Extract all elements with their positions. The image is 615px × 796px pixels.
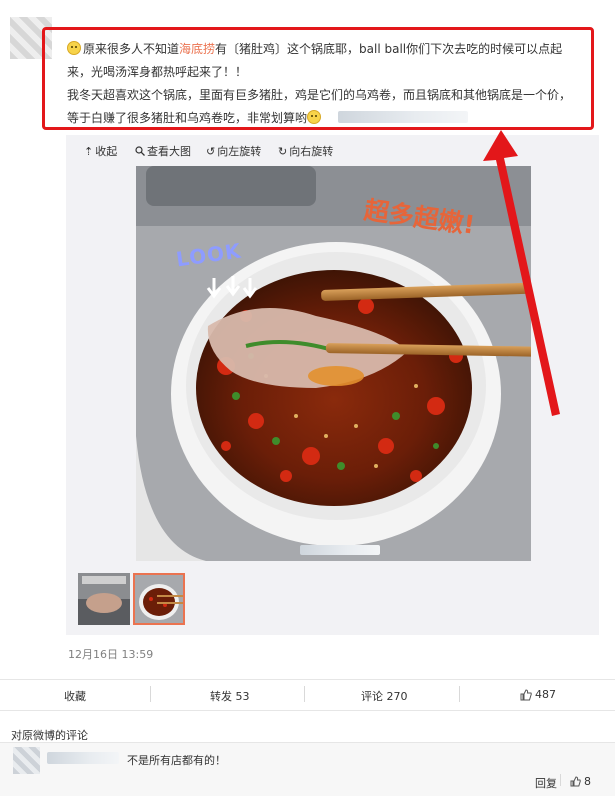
annotation-arrow: [483, 130, 560, 416]
